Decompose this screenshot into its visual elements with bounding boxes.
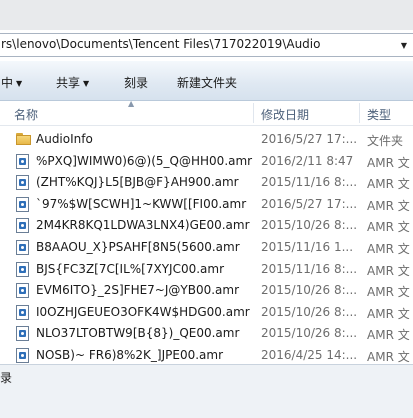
file-type: 文件夹 bbox=[367, 134, 404, 148]
list-item[interactable]: EVM6ITO}_2S]FHE7~J@YB00.amr 2015/10/26 8… bbox=[0, 280, 413, 302]
file-date: 2015/11/16 1... bbox=[261, 239, 354, 254]
file-date: 2015/10/26 8:... bbox=[261, 326, 358, 341]
file-date: 2015/10/26 8:... bbox=[261, 304, 358, 319]
audio-file-icon bbox=[16, 153, 30, 169]
list-item[interactable]: AudioInfo 2016/5/27 17:... 文件夹 bbox=[0, 129, 413, 151]
status-text: 录 bbox=[0, 371, 13, 385]
burn-button[interactable]: 刻录 bbox=[124, 74, 148, 91]
file-date: 2015/11/16 8:... bbox=[261, 261, 358, 276]
toolbar: 中 ▼ 共享 ▼ 刻录 新建文件夹 bbox=[0, 61, 413, 101]
file-type: AMR 文 bbox=[367, 285, 410, 300]
file-date: 2016/5/27 17:... bbox=[261, 196, 358, 211]
list-item[interactable]: I0OZHJGEUEO3OFK4W$HDG00.amr 2015/10/26 8… bbox=[0, 302, 413, 324]
caret-down-icon: ▼ bbox=[16, 79, 23, 88]
list-item[interactable]: %PXQ]WIMW0)6@)(5_Q@HH00.amr 2016/2/11 8:… bbox=[0, 151, 413, 173]
audio-file-icon bbox=[16, 326, 30, 342]
file-name: (ZHT%KQJ}L5[BJB@F}AH900.amr bbox=[36, 175, 239, 190]
file-type: AMR 文 bbox=[367, 220, 410, 235]
audio-file-icon bbox=[16, 175, 30, 191]
audio-file-icon bbox=[16, 347, 30, 363]
audio-file-icon bbox=[16, 261, 30, 277]
column-divider[interactable] bbox=[359, 103, 360, 123]
file-date: 2015/10/26 8:... bbox=[261, 218, 358, 233]
share-label: 共享 bbox=[56, 76, 81, 90]
column-name-header[interactable]: 名称 bbox=[14, 106, 38, 123]
file-date: 2015/10/26 8:... bbox=[261, 283, 358, 298]
file-name: AudioInfo bbox=[36, 132, 93, 146]
audio-file-icon bbox=[16, 218, 30, 234]
list-item[interactable]: (ZHT%KQJ}L5[BJB@F}AH900.amr 2015/11/16 8… bbox=[0, 172, 413, 194]
file-name: NLO37LTOBTW9[B{8})_QE00.amr bbox=[36, 326, 240, 341]
file-type: AMR 文 bbox=[367, 328, 410, 343]
column-date-header[interactable]: 修改日期 bbox=[261, 106, 309, 123]
file-type: AMR 文 bbox=[367, 349, 410, 364]
folder-icon bbox=[16, 132, 31, 146]
file-name: 2M4KR8KQ1LDWA3LNX4)GE00.amr bbox=[36, 218, 250, 233]
list-item[interactable]: BJS{FC3Z[7C[IL%[7XYJC00.amr 2015/11/16 8… bbox=[0, 259, 413, 281]
file-name: EVM6ITO}_2S]FHE7~J@YB00.amr bbox=[36, 283, 240, 298]
file-name: %PXQ]WIMW0)6@)(5_Q@HH00.amr bbox=[36, 153, 253, 168]
file-list: AudioInfo 2016/5/27 17:... 文件夹 %PXQ]WIMW… bbox=[0, 129, 413, 367]
window-top-band bbox=[0, 0, 413, 30]
list-item[interactable]: 2M4KR8KQ1LDWA3LNX4)GE00.amr 2015/10/26 8… bbox=[0, 215, 413, 237]
organize-label: 中 bbox=[1, 76, 14, 90]
file-name: I0OZHJGEUEO3OFK4W$HDG00.amr bbox=[36, 304, 250, 319]
file-name: NOSB)~ FR6)8%2K_]JPE00.amr bbox=[36, 347, 224, 362]
file-name: B8AAOU_X}PSAHF[8N5(5600.amr bbox=[36, 239, 240, 254]
organize-menu-button[interactable]: 中 ▼ bbox=[1, 74, 22, 91]
audio-file-icon bbox=[16, 304, 30, 320]
file-type: AMR 文 bbox=[367, 177, 410, 192]
file-type: AMR 文 bbox=[367, 155, 410, 170]
file-type: AMR 文 bbox=[367, 198, 410, 213]
address-bar[interactable]: rs\lenovo\Documents\Tencent Files\717022… bbox=[0, 33, 413, 57]
file-date: 2016/5/27 17:... bbox=[261, 132, 358, 146]
list-item[interactable]: B8AAOU_X}PSAHF[8N5(5600.amr 2015/11/16 1… bbox=[0, 237, 413, 259]
file-date: 2015/11/16 8:... bbox=[261, 175, 358, 190]
list-item[interactable]: `97%$W[SCWH]1~KWW[[FI00.amr 2016/5/27 17… bbox=[0, 194, 413, 216]
file-name: BJS{FC3Z[7C[IL%[7XYJC00.amr bbox=[36, 261, 225, 276]
share-menu-button[interactable]: 共享 ▼ bbox=[56, 74, 89, 91]
file-date: 2016/2/11 8:47 bbox=[261, 153, 354, 168]
file-date: 2016/4/25 14:... bbox=[261, 347, 358, 362]
column-divider[interactable] bbox=[253, 103, 254, 123]
new-folder-button[interactable]: 新建文件夹 bbox=[177, 74, 237, 91]
file-type: AMR 文 bbox=[367, 306, 410, 321]
audio-file-icon bbox=[16, 283, 30, 299]
file-type: AMR 文 bbox=[367, 241, 410, 256]
address-path[interactable]: rs\lenovo\Documents\Tencent Files\717022… bbox=[1, 37, 320, 51]
file-type: AMR 文 bbox=[367, 263, 410, 278]
audio-file-icon bbox=[16, 196, 30, 212]
file-name: `97%$W[SCWH]1~KWW[[FI00.amr bbox=[36, 196, 247, 211]
caret-down-icon: ▼ bbox=[83, 79, 90, 88]
column-type-header[interactable]: 类型 bbox=[367, 106, 391, 123]
sort-ascending-icon: ▲ bbox=[128, 99, 135, 108]
audio-file-icon bbox=[16, 239, 30, 255]
chevron-down-icon[interactable]: ▼ bbox=[397, 38, 411, 52]
list-item[interactable]: NLO37LTOBTW9[B{8})_QE00.amr 2015/10/26 8… bbox=[0, 323, 413, 345]
status-bar: 录 bbox=[0, 364, 413, 418]
column-header: ▲ 名称 修改日期 类型 bbox=[0, 99, 413, 126]
